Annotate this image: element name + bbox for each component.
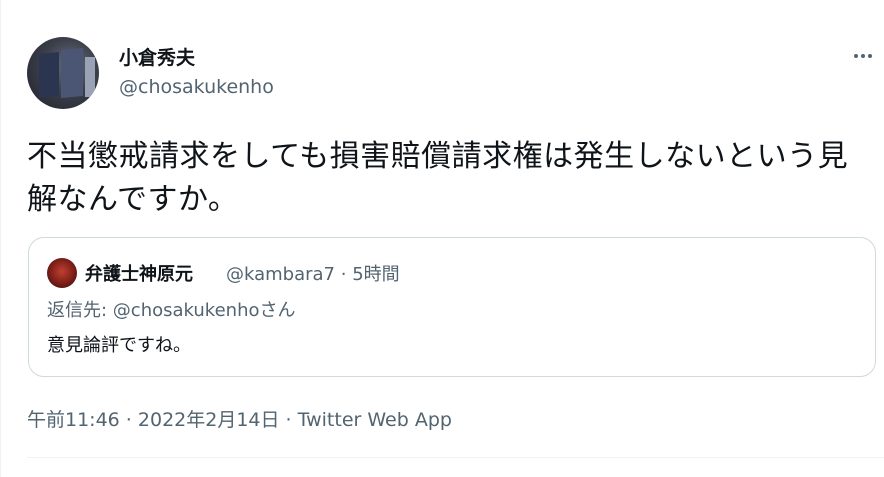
more-options-icon[interactable] bbox=[849, 44, 877, 68]
reply-mention: @chosakukenho bbox=[112, 300, 260, 321]
quoted-author-handle: @kambara7 bbox=[226, 264, 336, 285]
tweet-timestamp: 午前11:46 · 2022年2月14日 · Twitter Web App bbox=[27, 405, 452, 432]
timestamp-link[interactable]: 午前11:46 · 2022年2月14日 bbox=[27, 409, 280, 431]
timestamp-separator-1: · bbox=[119, 409, 138, 431]
timestamp-separator-2: · bbox=[279, 409, 298, 431]
author-handle[interactable]: @chosakukenho bbox=[119, 76, 274, 98]
quoted-tweet-time: 5時間 bbox=[352, 264, 400, 285]
quoted-author-avatar bbox=[47, 258, 77, 288]
client-link[interactable]: Twitter Web App bbox=[298, 409, 452, 431]
tweet: 小倉秀夫 @chosakukenho 不当懲戒請求をしても損害賠償請求権は発生し… bbox=[0, 0, 884, 477]
divider bbox=[27, 457, 884, 458]
timestamp-time: 午前11:46 bbox=[27, 409, 120, 431]
reply-suffix: さん bbox=[259, 300, 296, 321]
meta-separator: · bbox=[340, 264, 347, 285]
tweet-text: 不当懲戒請求をしても損害賠償請求権は発生しないという見解なんですか。 bbox=[27, 139, 849, 217]
quoted-author-display-name: 弁護士神原元 bbox=[85, 264, 193, 285]
reply-context: 返信先: @chosakukenhoさん bbox=[47, 296, 296, 322]
author-avatar[interactable] bbox=[27, 37, 99, 109]
author-display-name[interactable]: 小倉秀夫 bbox=[119, 43, 195, 70]
quoted-author-meta: @kambara7 · 5時間 bbox=[226, 260, 400, 286]
quoted-tweet-text: 意見論評ですね。 bbox=[47, 335, 191, 356]
quoted-tweet[interactable]: 弁護士神原元 @kambara7 · 5時間 返信先: @chosakukenh… bbox=[28, 237, 876, 377]
reply-prefix: 返信先: bbox=[47, 300, 113, 321]
timestamp-date: 2022年2月14日 bbox=[137, 409, 280, 431]
